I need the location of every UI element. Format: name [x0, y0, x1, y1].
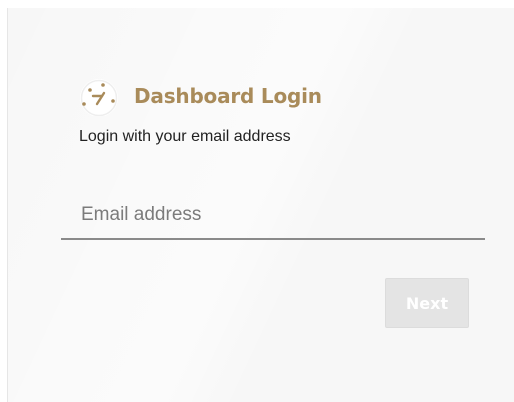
login-instructions: Login with your email address — [79, 128, 291, 145]
login-card: Dashboard Login Login with your email ad… — [7, 8, 514, 402]
login-header: Dashboard Login — [76, 74, 322, 118]
page-title: Dashboard Login — [134, 84, 322, 108]
next-button[interactable]: Next — [385, 278, 469, 328]
gauge-icon — [80, 79, 118, 116]
email-field-container — [61, 192, 485, 240]
email-field[interactable] — [61, 192, 485, 238]
